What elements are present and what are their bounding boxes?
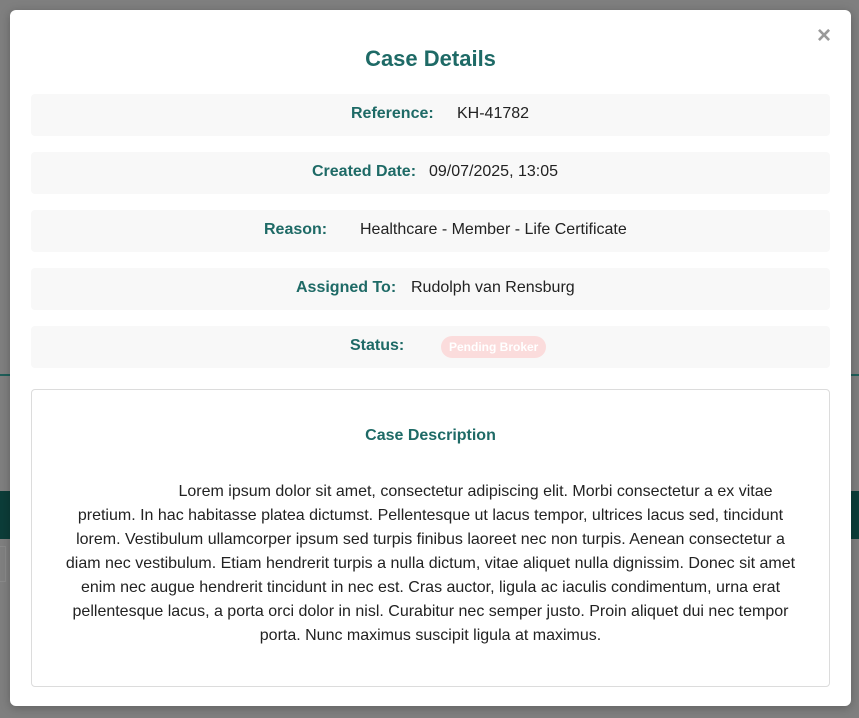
reference-label: Reference: [351, 105, 434, 122]
reason-label: Reason: [264, 221, 328, 238]
status-badge: Pending Broker [441, 336, 547, 358]
reference-value: KH-41782 [457, 105, 530, 122]
assigned-to-row: Assigned To: Rudolph van Rensburg [31, 268, 830, 310]
case-description-title: Case Description [365, 427, 496, 444]
assigned-to-label: Assigned To: [296, 279, 397, 296]
modal-title: Case Details [365, 46, 496, 71]
created-date-label: Created Date: [312, 163, 417, 180]
assigned-to-value: Rudolph van Rensburg [411, 279, 575, 296]
background-input [0, 546, 6, 582]
case-details-modal: × Case Details Reference: KH-41782 Creat… [10, 10, 851, 706]
created-date-row: Created Date: 09/07/2025, 13:05 [31, 152, 830, 194]
reason-value: Healthcare - Member - Life Certificate [360, 221, 627, 238]
case-description-panel: Case Description Lorem ipsum dolor sit a… [31, 389, 830, 687]
created-date-value: 09/07/2025, 13:05 [429, 163, 559, 180]
case-description-text: Lorem ipsum dolor sit amet, consectetur … [65, 483, 796, 644]
reference-row: Reference: KH-41782 [31, 94, 830, 136]
status-row: Status: Pending Broker [31, 326, 830, 368]
close-icon[interactable]: × [817, 24, 831, 48]
status-label: Status: [350, 337, 405, 354]
reason-row: Reason: Healthcare - Member - Life Certi… [31, 210, 830, 252]
